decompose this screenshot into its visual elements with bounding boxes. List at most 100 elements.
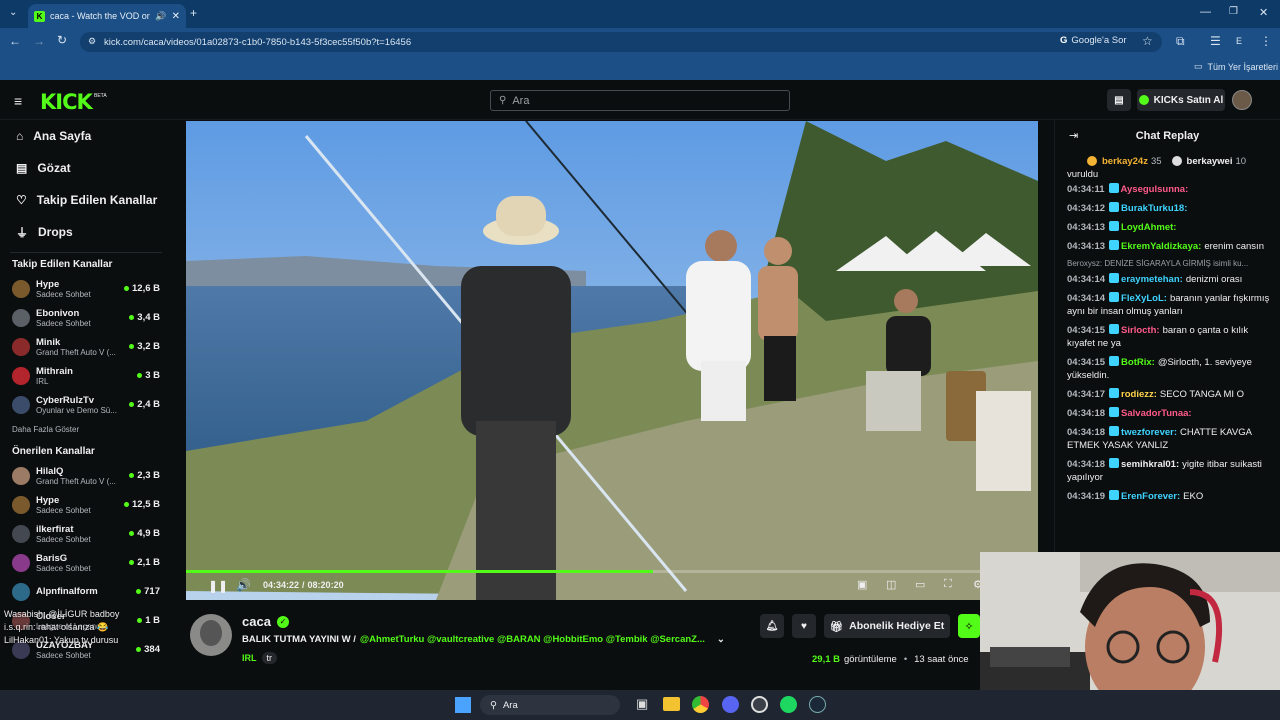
- sidebar-nav-3[interactable]: ⏚ Drops: [0, 216, 172, 248]
- category-tag[interactable]: IRL: [242, 653, 257, 663]
- reload-icon[interactable]: ↻: [57, 33, 67, 47]
- chat-username[interactable]: semihkral01:: [1121, 459, 1179, 470]
- extensions-icon[interactable]: ⧉: [1176, 34, 1185, 49]
- follow-heart-button[interactable]: ♥: [792, 614, 816, 638]
- subscribe-button[interactable]: ✧: [958, 614, 980, 638]
- close-tab-icon[interactable]: ✕: [172, 11, 180, 22]
- url-input[interactable]: ⚙ kick.com/caca/videos/01a02873-c1b0-785…: [80, 32, 1162, 52]
- site-search-input[interactable]: ⚲ Ara: [490, 90, 790, 111]
- bookmark-star-icon[interactable]: ☆: [1142, 34, 1153, 48]
- reading-list-icon[interactable]: ☰: [1210, 34, 1221, 48]
- language-tag[interactable]: tr: [261, 652, 277, 664]
- chat-username[interactable]: rodiezz:: [1121, 389, 1157, 400]
- spotify-icon[interactable]: [780, 696, 797, 713]
- time-display: 04:34:22 / 08:20:20: [263, 580, 344, 590]
- speaker-icon[interactable]: 🔊: [155, 11, 166, 22]
- channel-name[interactable]: caca: [242, 614, 271, 629]
- profile-avatar[interactable]: E: [1236, 36, 1242, 46]
- all-bookmarks-button[interactable]: ▭ Tüm Yer İşaretleri: [1194, 61, 1278, 72]
- windows-start-icon[interactable]: [455, 697, 471, 713]
- discord-icon[interactable]: [722, 696, 739, 713]
- chat-username[interactable]: BotRix:: [1121, 357, 1155, 368]
- gifter-name: berkay24z: [1102, 155, 1148, 167]
- new-tab-icon[interactable]: +: [190, 6, 197, 20]
- channel-item[interactable]: BarisG Sadece Sohbet 2,1 B: [0, 548, 172, 577]
- channel-names: Mithrain IRL: [36, 366, 137, 386]
- clip-icon[interactable]: ◫: [886, 578, 896, 591]
- theater-mode-icon[interactable]: ▭: [915, 578, 925, 591]
- chat-username[interactable]: ErenForever:: [1121, 491, 1180, 502]
- file-explorer-icon[interactable]: [663, 697, 680, 711]
- tab-list-icon[interactable]: ⌄: [9, 7, 17, 18]
- close-window-icon[interactable]: ✕: [1259, 6, 1268, 19]
- chat-username[interactable]: SalvadorTunaa:: [1121, 408, 1192, 419]
- forward-icon[interactable]: →: [33, 34, 45, 48]
- channel-item[interactable]: Alpnfinalform 717: [0, 577, 172, 606]
- stream-mentions[interactable]: @AhmetTurku @vaultcreative @BARAN @Hobbi…: [360, 634, 705, 645]
- channel-item[interactable]: Minik Grand Theft Auto V (... 3,2 B: [0, 332, 172, 361]
- channel-avatar: [12, 524, 30, 543]
- gift-icon: 🎁︎: [829, 620, 844, 633]
- channel-item[interactable]: ilkerfirat Sadece Sohbet 4,9 B: [0, 519, 172, 548]
- progress-track[interactable]: [186, 570, 1038, 573]
- channel-item[interactable]: Mithrain IRL 3 B: [0, 361, 172, 390]
- top-gifter[interactable]: berkaywei 10: [1171, 154, 1246, 168]
- browser-menu-icon[interactable]: ⋮: [1260, 34, 1272, 48]
- chat-username[interactable]: FleXyLoL:: [1121, 293, 1167, 304]
- overlay-chat-line: i.s.q.rin: rahat olsanıza 😂: [4, 622, 109, 632]
- taskbar-search[interactable]: ⚲ Ara: [480, 695, 620, 715]
- chat-username[interactable]: Aysegulsunna:: [1121, 184, 1189, 195]
- back-icon[interactable]: ←: [9, 34, 21, 48]
- channel-avatar[interactable]: [190, 614, 232, 656]
- miniplayer-icon[interactable]: ▣: [857, 578, 867, 591]
- steam-icon[interactable]: [809, 696, 826, 713]
- sidebar-nav-2[interactable]: ♡ Takip Edilen Kanallar: [0, 184, 172, 216]
- hamburger-menu-icon[interactable]: ≡: [14, 93, 22, 109]
- buy-kicks-button[interactable]: KICKs Satın Al: [1137, 89, 1225, 111]
- channel-item[interactable]: HilalQ Grand Theft Auto V (... 2,3 B: [0, 461, 172, 490]
- channel-item[interactable]: Ebonivon Sadece Sohbet 3,4 B: [0, 303, 172, 332]
- site-info-icon[interactable]: ⚙: [88, 36, 96, 47]
- pause-icon[interactable]: ❚❚: [208, 579, 228, 593]
- dashboard-button[interactable]: ▤: [1107, 89, 1131, 111]
- chat-timestamp: 04:34:15: [1067, 357, 1106, 368]
- chat-username[interactable]: eraymetehan:: [1121, 274, 1183, 285]
- channel-category: Sadece Sohbet: [36, 563, 91, 573]
- chat-username[interactable]: Sirlocth:: [1121, 325, 1160, 336]
- expand-title-chevron-icon[interactable]: ⌄: [717, 634, 725, 645]
- user-avatar[interactable]: [1232, 90, 1252, 110]
- channel-name: Minik: [36, 336, 61, 348]
- video-player[interactable]: [186, 121, 1038, 600]
- top-gifter[interactable]: berkay24z 35: [1087, 154, 1162, 168]
- live-dot-icon: [129, 344, 135, 349]
- maximize-icon[interactable]: ❐: [1229, 6, 1238, 17]
- viewer-count: 2,1 B: [129, 557, 160, 568]
- all-bookmarks-label: Tüm Yer İşaretleri: [1207, 61, 1279, 72]
- chat-username[interactable]: LoydAhmet:: [1121, 222, 1176, 233]
- chat-username[interactable]: EkremYaldizkaya:: [1121, 241, 1201, 252]
- task-view-icon[interactable]: ▣: [636, 696, 648, 712]
- gift-subscription-button[interactable]: 🎁︎ Abonelik Hediye Et: [824, 614, 950, 638]
- chat-username[interactable]: BurakTurku18:: [1121, 203, 1187, 214]
- fullscreen-icon[interactable]: ⛶: [944, 578, 952, 591]
- notification-bell-button[interactable]: 🔔︎: [760, 614, 784, 638]
- show-more-link[interactable]: Daha Fazla Göster: [0, 425, 172, 434]
- kick-logo[interactable]: KICK: [40, 90, 93, 114]
- channel-item[interactable]: Hype Sadece Sohbet 12,6 B: [0, 274, 172, 303]
- chat-timestamp: 04:34:13: [1067, 241, 1106, 252]
- dashboard-icon: ▤: [1114, 94, 1124, 106]
- sidebar-nav-0[interactable]: ⌂ Ana Sayfa: [0, 120, 172, 152]
- chat-panel: ⇥ Chat Replay berkay24z 35 berkaywei 10 vur…: [1054, 120, 1280, 552]
- obs-icon[interactable]: [751, 696, 768, 713]
- chat-username[interactable]: twezforever:: [1121, 427, 1177, 438]
- channel-item[interactable]: Hype Sadece Sohbet 12,5 B: [0, 490, 172, 519]
- sidebar-nav-1[interactable]: ▤ Gözat: [0, 152, 172, 184]
- minimize-icon[interactable]: —: [1200, 6, 1211, 18]
- google-ask-button[interactable]: G Google'a Sor: [1060, 35, 1127, 46]
- collapse-chat-icon[interactable]: ⇥: [1069, 129, 1078, 142]
- chrome-icon[interactable]: [692, 696, 709, 713]
- followed-channels-title: Takip Edilen Kanallar: [12, 259, 113, 270]
- channel-item[interactable]: CyberRulzTv Oyunlar ve Demo Sü... 2,4 B: [0, 390, 172, 419]
- volume-icon[interactable]: 🔊: [236, 578, 251, 592]
- browser-tab[interactable]: K caca - Watch the VOD on Kick 🔊 ✕: [28, 4, 186, 28]
